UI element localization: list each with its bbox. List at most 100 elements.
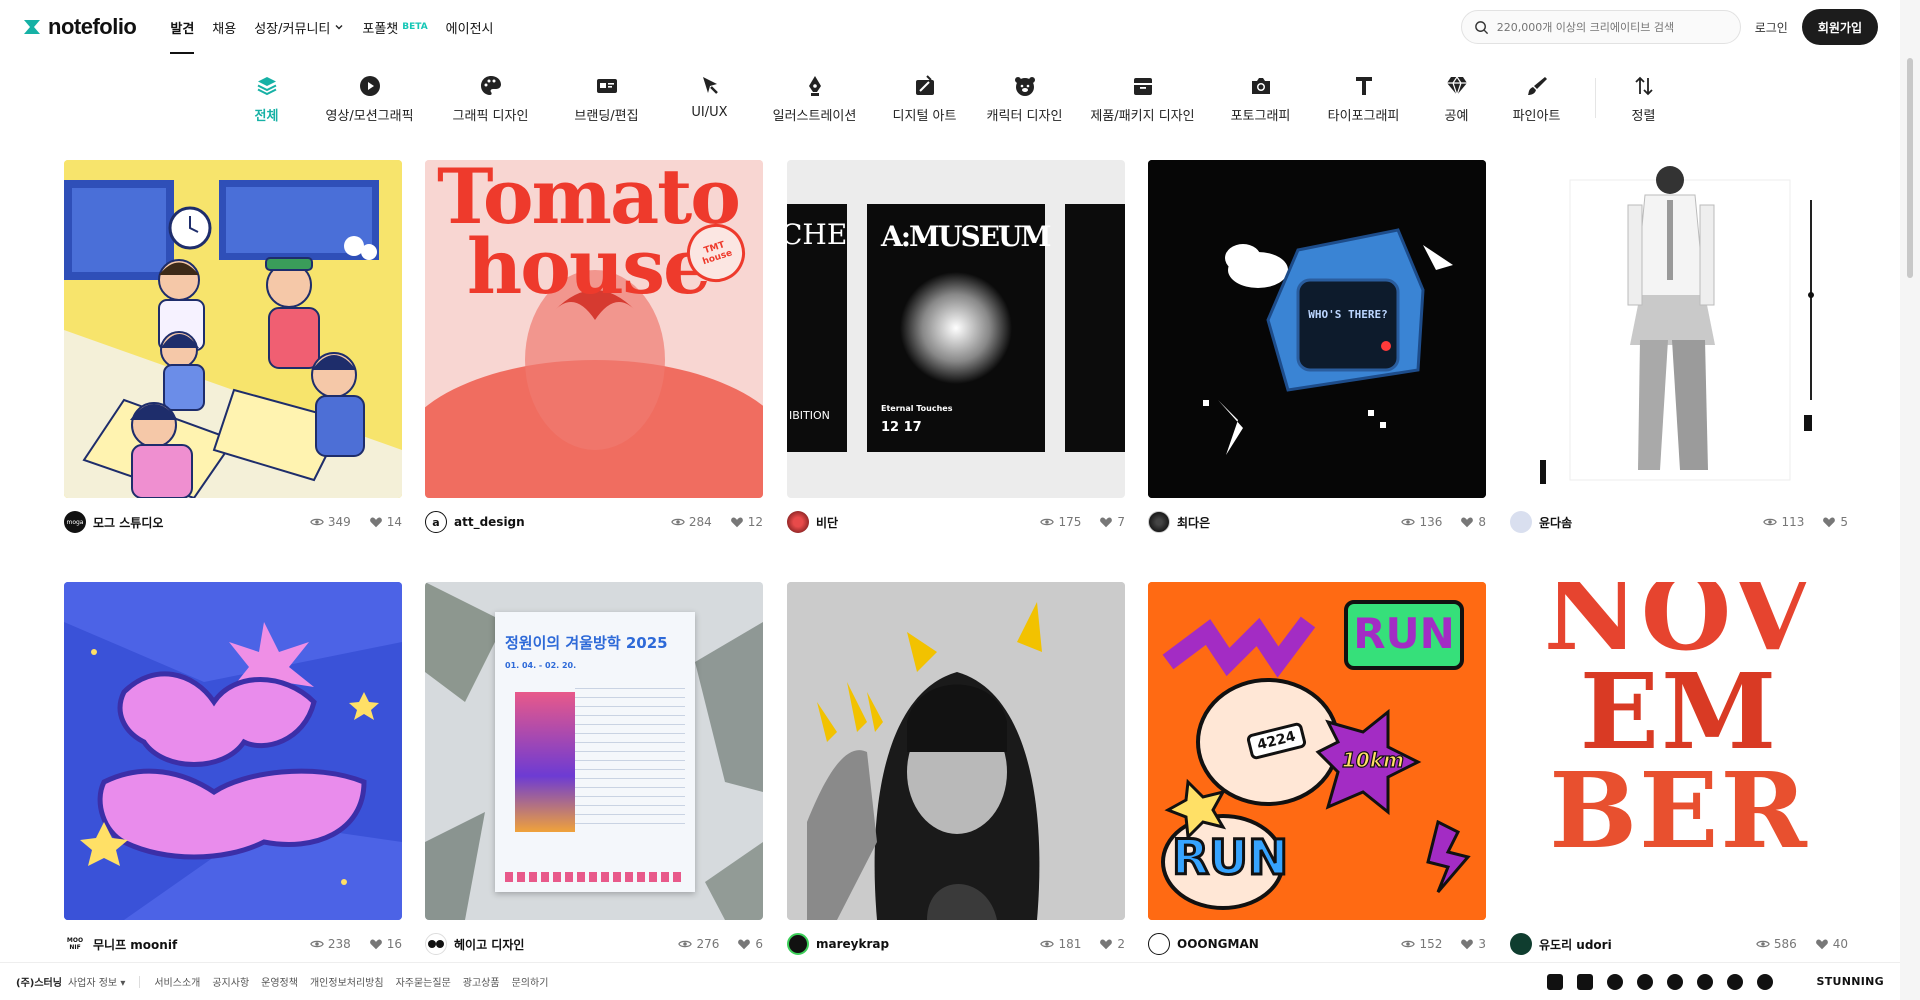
author-name[interactable]: mareykrap [816, 937, 889, 951]
project-card[interactable]: mareykrap 181 2 [787, 582, 1125, 956]
search-input[interactable] [1496, 20, 1717, 34]
author-name[interactable]: 윤다솜 [1539, 514, 1572, 531]
author-avatar[interactable] [1510, 933, 1532, 955]
project-card[interactable]: 윤다솜 113 5 [1510, 160, 1848, 534]
category-digital-art[interactable]: 디지털 아트 [875, 74, 975, 124]
nav-community[interactable]: 성장/커뮤니티 [254, 0, 344, 54]
project-thumbnail[interactable] [787, 582, 1125, 920]
project-card[interactable]: NOV EM BER 유도리 udori 586 40 [1510, 582, 1848, 956]
scrollbar[interactable] [1900, 0, 1920, 1000]
author-name[interactable]: 비단 [816, 514, 838, 531]
heart-icon[interactable] [730, 515, 744, 529]
heart-icon[interactable] [369, 937, 383, 951]
heart-icon[interactable] [737, 937, 751, 951]
author-name[interactable]: 유도리 udori [1539, 936, 1612, 953]
category-fine-art[interactable]: 파인아트 [1497, 74, 1577, 124]
project-thumbnail[interactable]: NOV EM BER [1510, 582, 1848, 920]
stunning-logo[interactable]: STUNNING [1817, 975, 1885, 988]
project-card[interactable]: moga 모그 스튜디오 349 14 [64, 160, 402, 534]
project-card[interactable]: RUN RUN 4224 10km OOONGMAN 152 3 [1148, 582, 1486, 956]
project-thumbnail[interactable] [1510, 160, 1848, 498]
footer-link-privacy[interactable]: 개인정보처리방침 [310, 974, 384, 989]
project-thumbnail[interactable] [64, 160, 402, 498]
x-twitter-icon[interactable] [1636, 973, 1653, 990]
pen-nib-icon [808, 76, 821, 96]
view-count: 276 [696, 937, 720, 951]
instagram-icon[interactable] [1606, 973, 1623, 990]
project-card[interactable]: MOO NIF 무니프 moonif 238 16 [64, 582, 402, 956]
project-thumbnail[interactable]: CHES IBITION A:MUSEUM Eternal Touches 12… [787, 160, 1125, 498]
author-avatar[interactable] [1148, 511, 1170, 533]
author-name[interactable]: 무니프 moonif [93, 936, 177, 953]
author-name[interactable]: att_design [454, 515, 525, 529]
newsletter-icon[interactable] [1576, 973, 1593, 990]
heart-icon[interactable] [1815, 937, 1829, 951]
nav-jobs[interactable]: 채용 [212, 0, 236, 54]
nav-agency[interactable]: 에이전시 [446, 0, 494, 54]
search-box[interactable] [1460, 10, 1741, 44]
apple-icon[interactable] [1726, 973, 1743, 990]
category-typography[interactable]: 타이포그래피 [1311, 74, 1417, 124]
category-craft[interactable]: 공예 [1417, 74, 1497, 124]
author-avatar[interactable]: moga [64, 511, 86, 533]
footer-link-policy[interactable]: 운영정책 [261, 974, 298, 989]
footer-link-about[interactable]: 서비스소개 [154, 974, 200, 989]
nav-portfolio-chat[interactable]: 포폴챗 BETA [362, 0, 427, 54]
footer-link-notice[interactable]: 공지사항 [212, 974, 249, 989]
category-illustration[interactable]: 일러스트레이션 [755, 74, 875, 124]
logo[interactable]: notefolio [22, 14, 137, 40]
blog-icon[interactable] [1546, 973, 1563, 990]
project-thumbnail[interactable]: 정원이의 겨울방학 2025 01. 04. - 02. 20. [425, 582, 763, 920]
footer-link-ads[interactable]: 광고상품 [463, 974, 500, 989]
project-thumbnail[interactable]: WHO'S THERE? [1148, 160, 1486, 498]
author-name[interactable]: 모그 스튜디오 [93, 514, 163, 531]
project-thumbnail[interactable] [64, 582, 402, 920]
category-graphic[interactable]: 그래픽 디자인 [433, 74, 549, 124]
author-name[interactable]: OOONGMAN [1177, 937, 1259, 951]
category-all[interactable]: 전체 [227, 74, 307, 124]
project-card[interactable]: WHO'S THERE? 최다은 136 8 [1148, 160, 1486, 534]
login-link[interactable]: 로그인 [1755, 19, 1788, 36]
author-name[interactable]: 최다은 [1177, 514, 1210, 531]
google-play-icon[interactable] [1756, 973, 1773, 990]
project-card[interactable]: Tomato house TMT house a att_design 284 … [425, 160, 763, 534]
project-card[interactable]: CHES IBITION A:MUSEUM Eternal Touches 12… [787, 160, 1125, 534]
category-motion[interactable]: 영상/모션그래픽 [307, 74, 433, 124]
category-photo[interactable]: 포토그래피 [1211, 74, 1311, 124]
medium-icon[interactable] [1696, 973, 1713, 990]
heart-icon[interactable] [1099, 515, 1113, 529]
project-thumbnail[interactable]: RUN RUN 4224 10km [1148, 582, 1486, 920]
card-stats: 113 5 [1763, 515, 1848, 529]
eye-icon [310, 518, 324, 526]
author-avatar[interactable] [425, 933, 447, 955]
nav-discover[interactable]: 발견 [170, 0, 194, 54]
heart-icon[interactable] [1460, 515, 1474, 529]
signup-button[interactable]: 회원가입 [1801, 9, 1878, 45]
sort-button[interactable]: 정렬 [1614, 74, 1674, 124]
heart-icon[interactable] [1460, 937, 1474, 951]
project-thumbnail[interactable]: Tomato house TMT house [425, 160, 763, 498]
author-avatar[interactable]: MOO NIF [64, 933, 86, 955]
category-branding[interactable]: 브랜딩/편집 [549, 74, 665, 124]
author-avatar[interactable]: a [425, 511, 447, 533]
category-uiux[interactable]: UI/UX [665, 74, 755, 120]
facebook-icon[interactable] [1666, 973, 1683, 990]
author-avatar[interactable] [1510, 511, 1532, 533]
category-product[interactable]: 제품/패키지 디자인 [1075, 74, 1211, 124]
project-card[interactable]: 정원이의 겨울방학 2025 01. 04. - 02. 20. 헤이고 디자인… [425, 582, 763, 956]
heart-icon[interactable] [1099, 937, 1113, 951]
heart-icon[interactable] [369, 515, 383, 529]
author-name[interactable]: 헤이고 디자인 [454, 936, 524, 953]
footer: (주)스터닝 사업자 정보 ▾ 서비스소개 공지사항 운영정책 개인정보처리방침… [0, 962, 1900, 1000]
author-avatar[interactable] [787, 933, 809, 955]
halftone-sphere [900, 272, 1012, 384]
author-avatar[interactable] [787, 511, 809, 533]
scrollbar-thumb[interactable] [1907, 58, 1913, 278]
heart-icon[interactable] [1822, 515, 1836, 529]
category-character[interactable]: 캐릭터 디자인 [975, 74, 1075, 124]
footer-link-contact[interactable]: 문의하기 [512, 974, 549, 989]
footer-link-faq[interactable]: 자주묻는질문 [396, 974, 451, 989]
company-name: (주)스터닝 [16, 978, 62, 989]
business-info-toggle[interactable]: 사업자 정보 ▾ [68, 974, 125, 989]
author-avatar[interactable] [1148, 933, 1170, 955]
